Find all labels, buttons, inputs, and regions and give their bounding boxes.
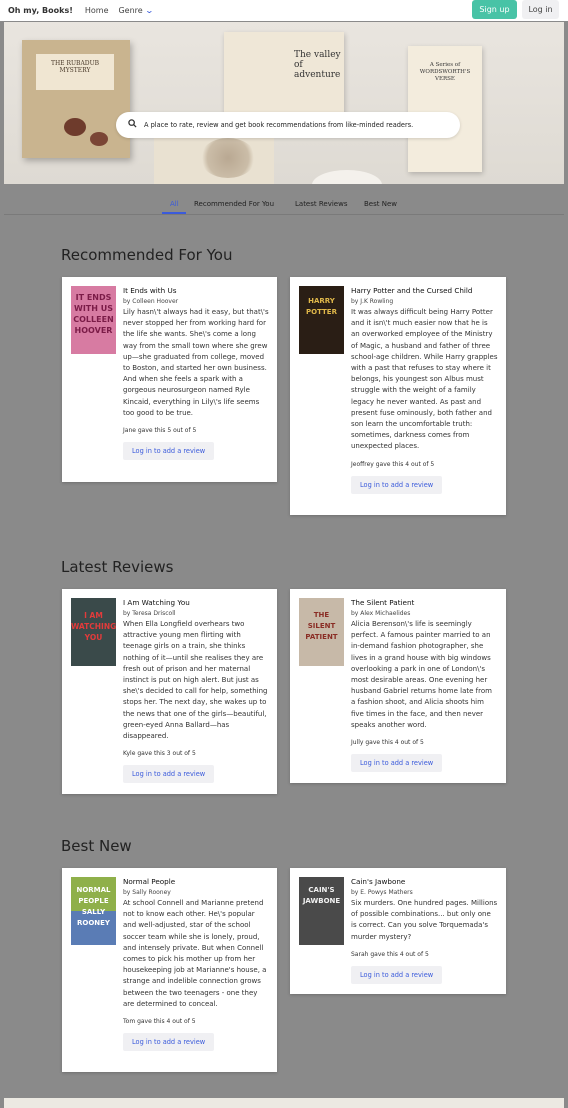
review-rating-text: Kyle gave this 3 out of 5 bbox=[123, 750, 196, 758]
chevron-down-icon: ⌄ bbox=[144, 6, 154, 15]
dried-flowers-image bbox=[200, 138, 256, 178]
book-title[interactable]: The Silent Patient bbox=[351, 598, 498, 608]
section-title-recommended: Recommended For You bbox=[61, 246, 233, 264]
review-rating-text: Tom gave this 4 out of 5 bbox=[123, 1018, 196, 1026]
book-author: by Sally Rooney bbox=[123, 889, 171, 896]
review-rating-text: Jully gave this 4 out of 5 bbox=[351, 739, 424, 747]
book-title[interactable]: Normal People bbox=[123, 877, 269, 887]
book-description: At school Connell and Marianne pretend n… bbox=[123, 899, 267, 1008]
cover-title-text: IT ENDS WITH US COLLEEN HOOVER bbox=[73, 293, 114, 335]
hero-banner: THE RUBADUB MYSTERY The valley of advent… bbox=[4, 22, 564, 184]
teacup-image bbox=[312, 170, 382, 184]
cover-title-text: CAIN'S JAWBONE bbox=[302, 886, 341, 905]
tabs-bar bbox=[4, 184, 564, 216]
review-rating-text: Jane gave this 5 out of 5 bbox=[123, 427, 197, 435]
cover-title-text: HARRY POTTER bbox=[306, 297, 337, 316]
hero-book-title: The valley of adventure bbox=[294, 50, 341, 80]
book-card: THE SILENT PATIENT The Silent Patient by… bbox=[290, 589, 506, 783]
book-title[interactable]: Harry Potter and the Cursed Child bbox=[351, 286, 498, 296]
book-title[interactable]: Cain's Jawbone bbox=[351, 877, 498, 887]
book-author: by Teresa Driscoll bbox=[123, 610, 176, 617]
dried-petal-image bbox=[90, 132, 108, 146]
book-card: I AM WATCHING YOU I Am Watching You by T… bbox=[62, 589, 277, 794]
book-description: It was always difficult being Harry Pott… bbox=[351, 308, 498, 451]
search-icon bbox=[128, 119, 137, 131]
hero-book-image: A Series of WORDSWORTH'S VERSE bbox=[408, 46, 482, 172]
hero-book-title: THE RUBADUB MYSTERY bbox=[36, 54, 114, 90]
add-review-button[interactable]: Log in to add a review bbox=[351, 475, 443, 494]
add-review-button[interactable]: Log in to add a review bbox=[123, 765, 215, 784]
top-navbar: Oh my, Books! Home Genre ⌄ Sign up Log i… bbox=[0, 0, 568, 21]
book-cover-image: IT ENDS WITH US COLLEEN HOOVER bbox=[71, 286, 116, 354]
book-cover-image: NORMAL PEOPLE SALLY ROONEY bbox=[71, 877, 116, 945]
book-cover-image: THE SILENT PATIENT bbox=[299, 598, 344, 666]
review-rating-text: Sarah gave this 4 out of 5 bbox=[351, 950, 429, 958]
book-cover-image: HARRY POTTER bbox=[299, 286, 344, 354]
review-rating-text: Jeoffrey gave this 4 out of 5 bbox=[351, 460, 435, 468]
tab-recommended[interactable]: Recommended For You bbox=[194, 200, 274, 208]
section-title-best-new: Best New bbox=[61, 837, 132, 855]
dried-petal-image bbox=[64, 118, 86, 136]
book-card: CAIN'S JAWBONE Cain's Jawbone by E. Powy… bbox=[290, 868, 506, 994]
hero-book-image: THE RUBADUB MYSTERY bbox=[22, 40, 130, 158]
book-author: by E. Powys Mathers bbox=[351, 889, 413, 896]
add-review-button[interactable]: Log in to add a review bbox=[123, 442, 215, 461]
nav-genre-label: Genre bbox=[118, 6, 143, 15]
book-description: Six murders. One hundred pages. Millions… bbox=[351, 899, 498, 941]
hero-book-title: A Series of WORDSWORTH'S VERSE bbox=[419, 62, 471, 82]
add-review-button[interactable]: Log in to add a review bbox=[351, 754, 443, 773]
book-cover-image: I AM WATCHING YOU bbox=[71, 598, 116, 666]
book-title[interactable]: It Ends with Us bbox=[123, 286, 269, 296]
book-description: Alicia Berenson\'s life is seemingly per… bbox=[351, 620, 492, 729]
book-description: Lily hasn\'t always had it easy, but tha… bbox=[123, 308, 269, 417]
book-card: NORMAL PEOPLE SALLY ROONEY Normal People… bbox=[62, 868, 277, 1072]
signup-button[interactable]: Sign up bbox=[472, 0, 517, 19]
brand-logo-text[interactable]: Oh my, Books! bbox=[8, 6, 73, 15]
tab-latest-reviews[interactable]: Latest Reviews bbox=[295, 200, 347, 208]
hero-book-image: The valley of adventure bbox=[224, 32, 344, 118]
tab-best-new[interactable]: Best New bbox=[364, 200, 397, 208]
divider bbox=[4, 214, 564, 215]
book-description: When Ella Longfield overhears two attrac… bbox=[123, 620, 268, 741]
cover-title-text: THE SILENT PATIENT bbox=[305, 611, 338, 641]
section-title-latest-reviews: Latest Reviews bbox=[61, 558, 174, 576]
book-card: IT ENDS WITH US COLLEEN HOOVER It Ends w… bbox=[62, 277, 277, 482]
cover-title-text: NORMAL PEOPLE SALLY ROONEY bbox=[76, 886, 111, 927]
search-bar[interactable]: A place to rate, review and get book rec… bbox=[116, 112, 460, 138]
cover-title-text: I AM WATCHING YOU bbox=[71, 611, 117, 642]
nav-genre-dropdown[interactable]: Genre ⌄ bbox=[118, 6, 154, 15]
nav-home-link[interactable]: Home bbox=[85, 6, 109, 15]
add-review-button[interactable]: Log in to add a review bbox=[351, 965, 443, 984]
tab-all[interactable]: All bbox=[170, 200, 179, 208]
footer bbox=[4, 1098, 564, 1108]
book-title[interactable]: I Am Watching You bbox=[123, 598, 269, 608]
book-author: by Colleen Hoover bbox=[123, 298, 179, 305]
book-author: by Alex Michaelides bbox=[351, 610, 411, 617]
search-tagline: A place to rate, review and get book rec… bbox=[144, 121, 414, 129]
book-author: by J.K Rowling bbox=[351, 298, 394, 305]
book-card: HARRY POTTER Harry Potter and the Cursed… bbox=[290, 277, 506, 515]
add-review-button[interactable]: Log in to add a review bbox=[123, 1033, 215, 1052]
book-cover-image: CAIN'S JAWBONE bbox=[299, 877, 344, 945]
login-button[interactable]: Log in bbox=[522, 0, 559, 19]
